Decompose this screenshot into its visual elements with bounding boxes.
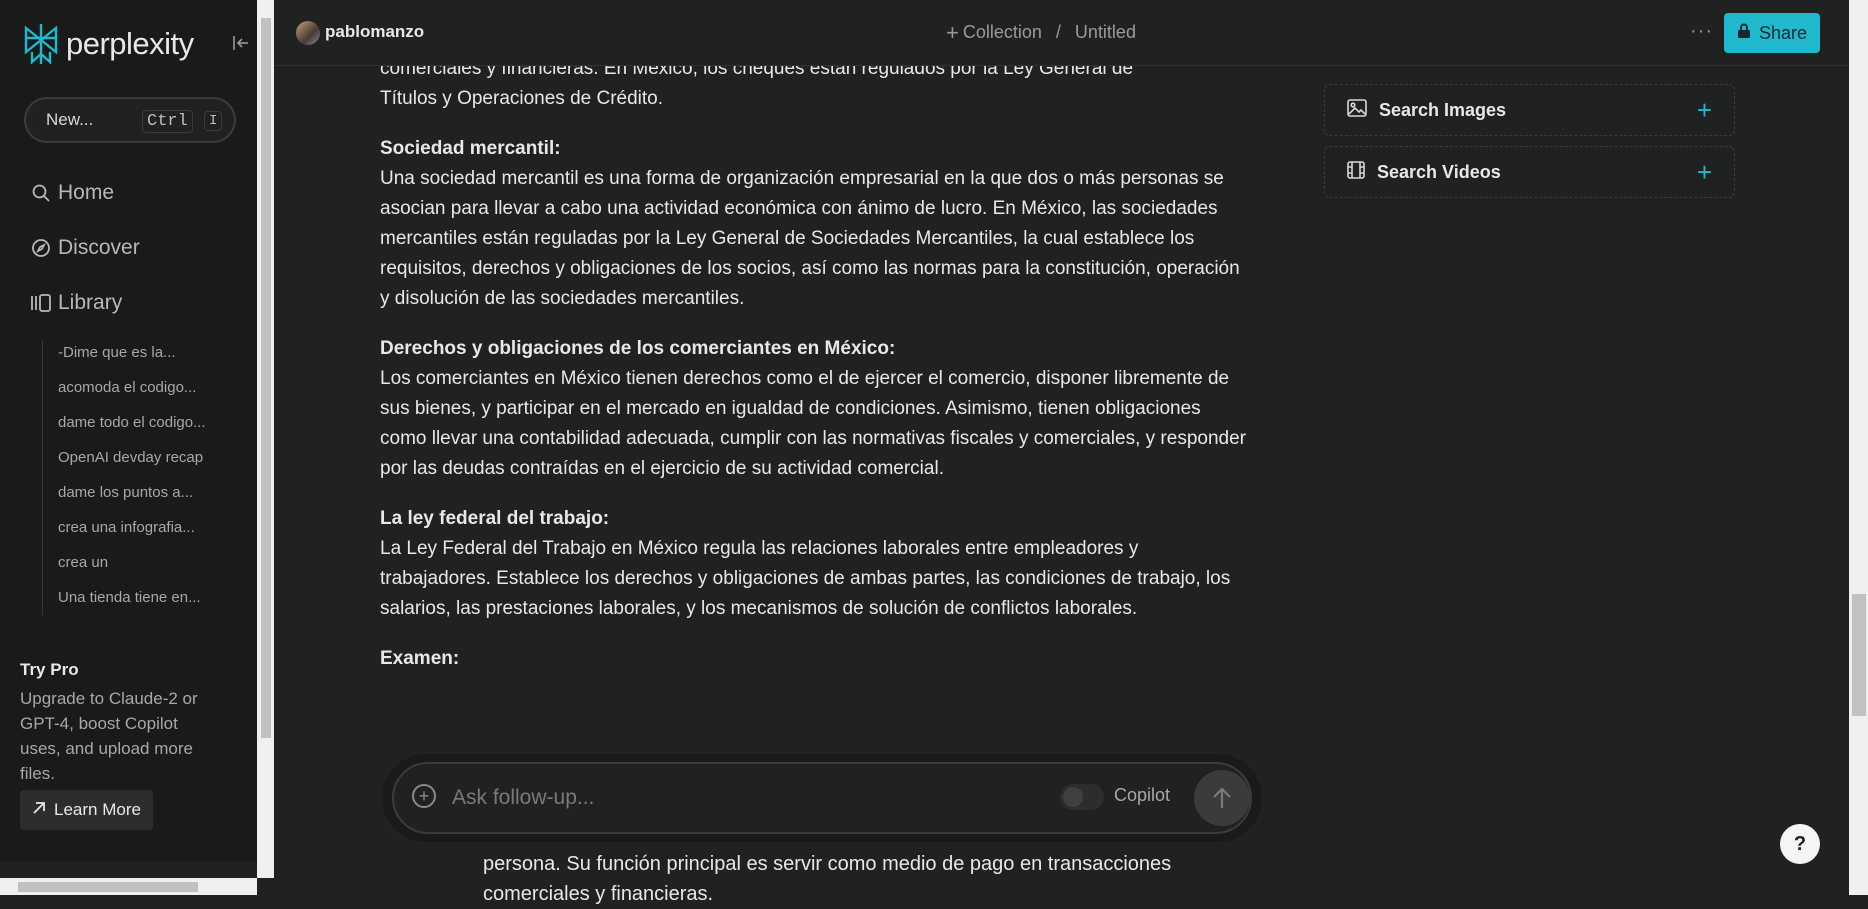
add-to-collection-button[interactable]: + Collection <box>946 19 1042 45</box>
library-icon <box>30 292 52 314</box>
share-button[interactable]: Share <box>1724 13 1820 53</box>
compass-icon <box>30 237 52 259</box>
collection-label: Collection <box>962 22 1042 42</box>
library-thread-item[interactable]: dame los puntos a... <box>58 484 193 501</box>
follow-up-input[interactable] <box>450 782 994 814</box>
copilot-label: Copilot <box>1114 785 1171 805</box>
collapse-sidebar-icon[interactable] <box>232 34 250 52</box>
library-thread-item[interactable]: dame todo el codigo... <box>58 414 206 431</box>
arrow-up-right-icon <box>32 800 46 820</box>
search-videos-card[interactable]: Search Videos + <box>1324 146 1735 198</box>
answer-list-item-text: persona. Su función principal es servir … <box>483 849 1263 909</box>
search-icon <box>30 182 52 204</box>
lock-icon <box>1737 23 1751 44</box>
share-label: Share <box>1758 22 1808 43</box>
breadcrumb: + Collection / Untitled <box>946 19 1136 45</box>
sidebar-item-label: Discover <box>58 236 140 259</box>
library-thread-item[interactable]: OpenAI devday recap <box>58 449 203 466</box>
library-thread-item[interactable]: acomoda el codigo... <box>58 379 196 396</box>
library-thread-item[interactable]: crea una infografia... <box>58 519 195 536</box>
answer-content: comerciales y financieras. En México, lo… <box>380 0 1250 674</box>
arrow-up-icon <box>1213 787 1231 808</box>
username[interactable]: pablomanzo <box>325 22 424 42</box>
help-button[interactable]: ? <box>1780 824 1820 864</box>
send-button[interactable] <box>1194 770 1250 826</box>
shortcut-ctrl: Ctrl <box>142 110 193 133</box>
answer-text-line: Títulos y Operaciones de Crédito. <box>380 88 664 109</box>
sidebar: perplexity New... Ctrl I Home Discover L… <box>0 0 257 861</box>
try-pro-description: Upgrade to Claude-2 or GPT-4, boost Copi… <box>20 689 198 783</box>
library-thread-item[interactable]: -Dime que es la... <box>58 344 176 361</box>
attach-plus-icon[interactable]: + <box>412 784 436 808</box>
plus-icon[interactable]: + <box>1697 157 1712 188</box>
library-thread-item[interactable]: crea un <box>58 554 108 571</box>
new-thread-button[interactable]: New... Ctrl I <box>24 97 236 143</box>
plus-icon: + <box>946 19 959 45</box>
sidebar-item-label: Library <box>58 291 123 314</box>
shortcut-key: I <box>204 111 223 131</box>
plus-icon[interactable]: + <box>1697 95 1712 126</box>
search-images-label: Search Images <box>1379 99 1507 120</box>
section-heading: La ley federal del trabajo: <box>380 508 610 529</box>
learn-more-label: Learn More <box>54 800 141 819</box>
sidebar-item-label: Home <box>58 181 115 204</box>
image-icon <box>1347 98 1367 122</box>
section-heading: Sociedad mercantil: <box>380 138 561 159</box>
try-pro-title: Try Pro <box>20 660 79 679</box>
sidebar-scrollbar-thumb[interactable] <box>261 18 271 738</box>
perplexity-logo-icon <box>24 24 58 65</box>
answer-text-line: comerciales y financieras. <box>483 883 714 905</box>
film-icon <box>1347 160 1365 184</box>
logo-text: perplexity <box>66 26 194 61</box>
search-videos-label: Search Videos <box>1377 161 1501 182</box>
learn-more-button[interactable]: Learn More <box>20 790 153 830</box>
section-body: La Ley Federal del Trabajo en México reg… <box>380 538 1231 619</box>
exam-heading: Examen: <box>380 648 460 669</box>
main-scrollbar[interactable] <box>1849 0 1868 895</box>
section-heading: Derechos y obligaciones de los comercian… <box>380 338 896 359</box>
library-thread-item[interactable]: Una tienda tiene en... <box>58 589 201 606</box>
sidebar-item-discover[interactable]: Discover <box>30 236 140 260</box>
answer-text-line: persona. Su función principal es servir … <box>483 853 1172 875</box>
search-images-card[interactable]: Search Images + <box>1324 84 1735 136</box>
thread-list-divider <box>42 340 43 615</box>
copilot-toggle-knob[interactable] <box>1063 787 1083 807</box>
sidebar-horizontal-scrollbar-thumb[interactable] <box>18 882 198 892</box>
avatar[interactable] <box>296 21 320 45</box>
logo[interactable]: perplexity <box>22 22 194 66</box>
main-scrollbar-thumb[interactable] <box>1852 594 1866 716</box>
new-thread-label: New... <box>46 110 94 129</box>
breadcrumb-separator: / <box>1055 22 1061 42</box>
sidebar-item-library[interactable]: Library <box>30 291 122 315</box>
try-pro-panel: Try Pro Upgrade to Claude-2 or GPT-4, bo… <box>20 660 220 786</box>
section-body: Una sociedad mercantil es una forma de o… <box>380 168 1240 309</box>
section-body: Los comerciantes en México tienen derech… <box>380 368 1246 479</box>
more-options-icon[interactable]: ··· <box>1690 20 1713 43</box>
thread-title[interactable]: Untitled <box>1075 22 1136 43</box>
sidebar-item-home[interactable]: Home <box>30 181 114 205</box>
